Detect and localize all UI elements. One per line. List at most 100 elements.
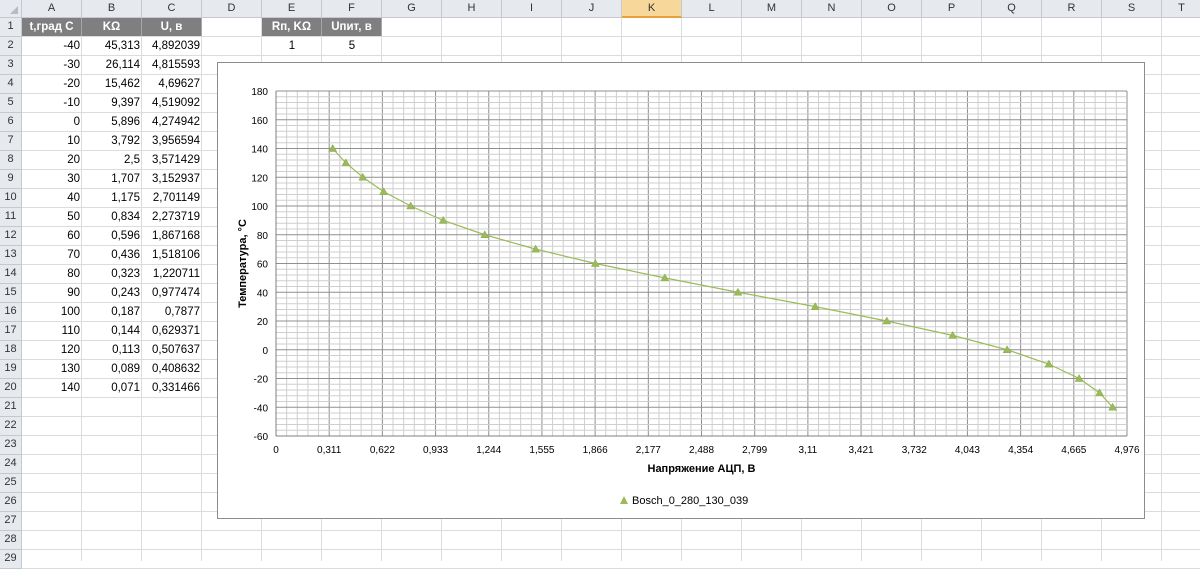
table-cell[interactable]: 0,089 <box>82 360 142 378</box>
row-header-2[interactable]: 2 <box>0 37 22 56</box>
row-header-29[interactable]: 29 <box>0 550 22 569</box>
table-cell[interactable]: 130 <box>22 360 82 378</box>
table-cell[interactable]: 0,629371 <box>142 322 202 340</box>
column-header-r[interactable]: R <box>1042 0 1102 18</box>
row-header-24[interactable]: 24 <box>0 455 22 474</box>
chart[interactable]: 0 0,311 0,622 0,933 1,244 1,555 1,866 2,177 2,48… <box>217 62 1145 519</box>
column-header-k[interactable]: K <box>622 0 682 18</box>
table-cell[interactable]: 4,274942 <box>142 113 202 131</box>
table-cell[interactable]: 40 <box>22 189 82 207</box>
table-cell[interactable]: 1,220711 <box>142 265 202 283</box>
table-cell[interactable]: 0,507637 <box>142 341 202 359</box>
column-header-b[interactable]: B <box>82 0 142 18</box>
param-header-cell[interactable]: Uпит, в <box>322 18 382 36</box>
row-header-19[interactable]: 19 <box>0 360 22 379</box>
table-cell[interactable]: 0,323 <box>82 265 142 283</box>
column-header-i[interactable]: I <box>502 0 562 18</box>
table-cell[interactable]: 10 <box>22 132 82 150</box>
row-header-7[interactable]: 7 <box>0 132 22 151</box>
column-header-m[interactable]: M <box>742 0 802 18</box>
column-header-n[interactable]: N <box>802 0 862 18</box>
table-cell[interactable]: 0,113 <box>82 341 142 359</box>
column-header-a[interactable]: A <box>22 0 82 18</box>
table-cell[interactable]: 4,815593 <box>142 56 202 74</box>
table-cell[interactable]: 60 <box>22 227 82 245</box>
table-header-cell[interactable]: t,град С <box>22 18 82 36</box>
table-cell[interactable]: 0,187 <box>82 303 142 321</box>
table-cell[interactable]: 0,071 <box>82 379 142 397</box>
column-header-d[interactable]: D <box>202 0 262 18</box>
table-cell[interactable]: 80 <box>22 265 82 283</box>
row-header-22[interactable]: 22 <box>0 417 22 436</box>
table-cell[interactable]: 15,462 <box>82 75 142 93</box>
row-header-12[interactable]: 12 <box>0 227 22 246</box>
table-cell[interactable]: 26,114 <box>82 56 142 74</box>
row-header-15[interactable]: 15 <box>0 284 22 303</box>
table-cell[interactable]: 90 <box>22 284 82 302</box>
table-cell[interactable]: 0,7877 <box>142 303 202 321</box>
table-cell[interactable]: 70 <box>22 246 82 264</box>
table-cell[interactable]: 4,69627 <box>142 75 202 93</box>
row-header-10[interactable]: 10 <box>0 189 22 208</box>
row-header-11[interactable]: 11 <box>0 208 22 227</box>
column-header-j[interactable]: J <box>562 0 622 18</box>
table-cell[interactable]: 1,867168 <box>142 227 202 245</box>
table-cell[interactable]: 0,436 <box>82 246 142 264</box>
table-cell[interactable]: 0,144 <box>82 322 142 340</box>
row-header-13[interactable]: 13 <box>0 246 22 265</box>
column-header-p[interactable]: P <box>922 0 982 18</box>
row-header-16[interactable]: 16 <box>0 303 22 322</box>
table-cell[interactable]: 30 <box>22 170 82 188</box>
table-cell[interactable]: 0,331466 <box>142 379 202 397</box>
param-value-cell[interactable]: 1 <box>262 37 322 55</box>
column-header-g[interactable]: G <box>382 0 442 18</box>
table-cell[interactable]: 45,313 <box>82 37 142 55</box>
column-header-f[interactable]: F <box>322 0 382 18</box>
row-header-5[interactable]: 5 <box>0 94 22 113</box>
table-cell[interactable]: 1,518106 <box>142 246 202 264</box>
row-header-9[interactable]: 9 <box>0 170 22 189</box>
row-header-6[interactable]: 6 <box>0 113 22 132</box>
row-header-23[interactable]: 23 <box>0 436 22 455</box>
table-cell[interactable]: 4,892039 <box>142 37 202 55</box>
column-header-t[interactable]: T <box>1162 0 1200 18</box>
table-cell[interactable]: 100 <box>22 303 82 321</box>
row-header-18[interactable]: 18 <box>0 341 22 360</box>
table-cell[interactable]: 3,571429 <box>142 151 202 169</box>
row-header-4[interactable]: 4 <box>0 75 22 94</box>
table-cell[interactable]: 120 <box>22 341 82 359</box>
row-header-3[interactable]: 3 <box>0 56 22 75</box>
param-header-cell[interactable]: Rп, KΩ <box>262 18 322 36</box>
table-cell[interactable]: 0,977474 <box>142 284 202 302</box>
row-header-27[interactable]: 27 <box>0 512 22 531</box>
row-header-14[interactable]: 14 <box>0 265 22 284</box>
table-cell[interactable]: 2,5 <box>82 151 142 169</box>
table-cell[interactable]: -10 <box>22 94 82 112</box>
column-header-c[interactable]: C <box>142 0 202 18</box>
table-cell[interactable]: 1,175 <box>82 189 142 207</box>
table-header-cell[interactable]: U, в <box>142 18 202 36</box>
table-cell[interactable]: 3,956594 <box>142 132 202 150</box>
table-cell[interactable]: 0,243 <box>82 284 142 302</box>
column-header-q[interactable]: Q <box>982 0 1042 18</box>
table-cell[interactable]: 2,701149 <box>142 189 202 207</box>
row-header-21[interactable]: 21 <box>0 398 22 417</box>
table-cell[interactable]: 140 <box>22 379 82 397</box>
table-cell[interactable]: 4,519092 <box>142 94 202 112</box>
table-cell[interactable]: 0,834 <box>82 208 142 226</box>
row-header-8[interactable]: 8 <box>0 151 22 170</box>
table-cell[interactable]: -20 <box>22 75 82 93</box>
table-cell[interactable]: 9,397 <box>82 94 142 112</box>
table-cell[interactable]: 2,273719 <box>142 208 202 226</box>
row-header-20[interactable]: 20 <box>0 379 22 398</box>
row-header-17[interactable]: 17 <box>0 322 22 341</box>
table-cell[interactable]: 3,152937 <box>142 170 202 188</box>
select-all-corner[interactable] <box>0 0 22 18</box>
table-cell[interactable]: 50 <box>22 208 82 226</box>
table-cell[interactable]: 1,707 <box>82 170 142 188</box>
table-cell[interactable]: 110 <box>22 322 82 340</box>
table-cell[interactable]: 3,792 <box>82 132 142 150</box>
column-header-h[interactable]: H <box>442 0 502 18</box>
table-cell[interactable]: 5,896 <box>82 113 142 131</box>
table-cell[interactable]: -30 <box>22 56 82 74</box>
